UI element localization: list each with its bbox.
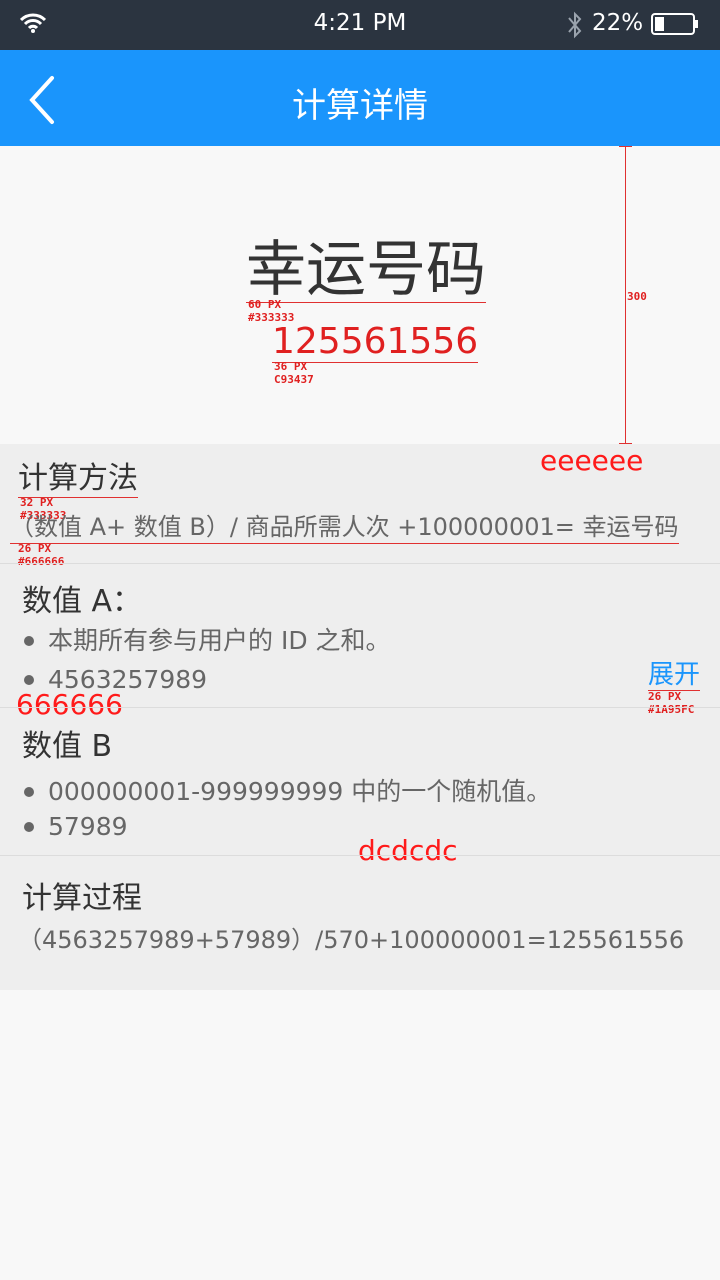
title-size-note: 60 PX bbox=[248, 298, 282, 311]
divider bbox=[0, 707, 720, 708]
value-a-desc: 本期所有参与用户的 ID 之和。 bbox=[48, 626, 391, 655]
divider-color-note: dcdcdc bbox=[358, 834, 458, 867]
dimension-cap-top bbox=[619, 146, 632, 147]
text-color-note: 666666 bbox=[16, 688, 123, 721]
status-bar: 4:21 PM 22% bbox=[0, 0, 720, 50]
height-dimension-line bbox=[625, 146, 626, 444]
bullet-icon bbox=[24, 675, 34, 685]
formula-color-note: #666666 bbox=[18, 555, 65, 568]
expand-size-note: 26 PX bbox=[648, 690, 682, 703]
bluetooth-icon bbox=[568, 11, 582, 39]
page-title: 计算详情 bbox=[292, 86, 428, 126]
lucky-number-panel: 幸运号码 60 PX #333333 125561556 36 PX C9343… bbox=[0, 146, 720, 444]
height-note: 300 bbox=[627, 290, 647, 303]
method-title-size-note: 32 PX bbox=[20, 496, 54, 509]
bullet-icon bbox=[24, 787, 34, 797]
number-size-note: 36 PX bbox=[274, 360, 308, 373]
process-formula: （4563257989+57989）/570+100000001=1255615… bbox=[18, 926, 685, 954]
divider bbox=[0, 855, 720, 856]
lucky-number-value: 125561556 bbox=[272, 321, 479, 363]
value-a-title: 数值 A： bbox=[22, 584, 143, 619]
expand-color-note: #1A95FC bbox=[648, 703, 695, 716]
nav-bar: 计算详情 bbox=[0, 50, 720, 146]
value-b-number: 57989 bbox=[48, 812, 128, 841]
method-title: 计算方法 bbox=[18, 461, 138, 498]
battery-icon bbox=[651, 13, 698, 35]
bg-color-note: eeeeee bbox=[540, 444, 644, 477]
formula-size-note: 26 PX bbox=[18, 542, 52, 555]
process-title: 计算过程 bbox=[22, 881, 142, 916]
bullet-icon bbox=[24, 822, 34, 832]
value-b-desc: 000000001-999999999 中的一个随机值。 bbox=[48, 777, 552, 806]
bullet-icon bbox=[24, 636, 34, 646]
number-color-note: C93437 bbox=[274, 373, 314, 386]
method-formula: （数值 A+ 数值 B）/ 商品所需人次 +100000001= 幸运号码 bbox=[10, 511, 679, 544]
value-b-title: 数值 B bbox=[22, 729, 113, 764]
battery-percent: 22% bbox=[592, 10, 644, 36]
divider bbox=[0, 563, 720, 564]
expand-button[interactable]: 展开 bbox=[648, 660, 701, 691]
lucky-number-title: 幸运号码 bbox=[246, 235, 486, 305]
